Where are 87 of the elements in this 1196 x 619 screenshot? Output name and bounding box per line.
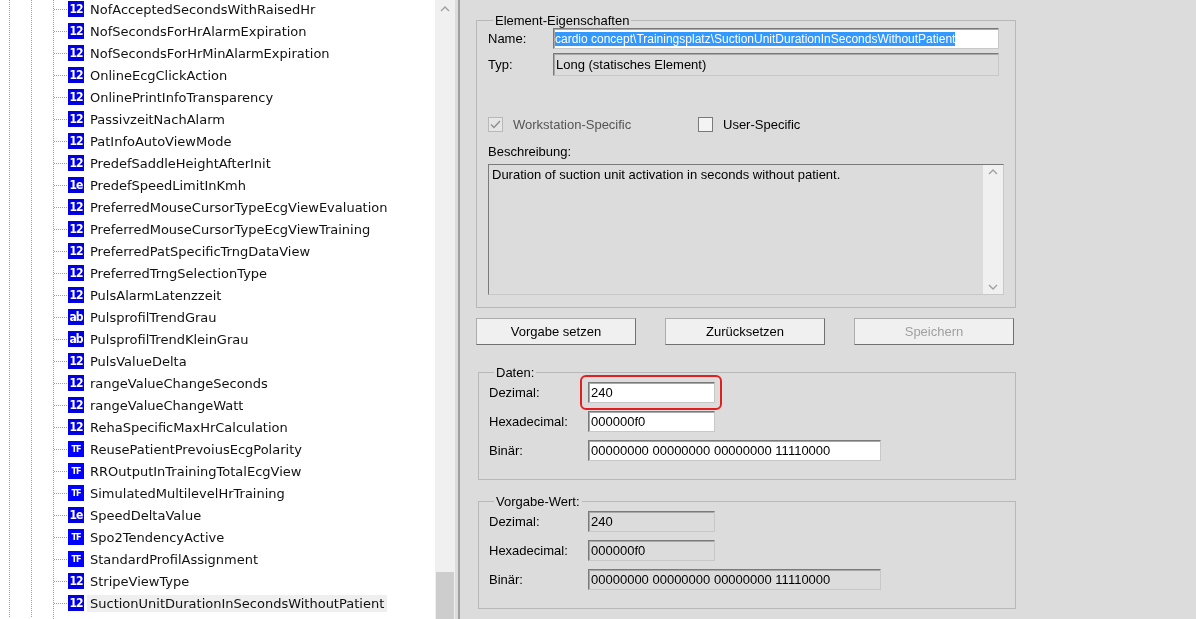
tree-item[interactable]: PreferredTrngSelectionType: [87, 264, 271, 282]
type-icon: 12: [68, 243, 84, 259]
tree-item[interactable]: SpeedDeltaValue: [87, 506, 205, 524]
tree-item[interactable]: RROutputInTrainingTotalEcgView: [87, 462, 305, 480]
tree-item[interactable]: SuctionUnitDurationInSecondsWithoutPatient: [87, 594, 388, 612]
type-icon: 12: [68, 419, 84, 435]
type-icon: 12: [68, 45, 84, 61]
input-field[interactable]: 240: [588, 382, 715, 403]
tree-item[interactable]: rangeValueChangeSeconds: [87, 374, 271, 392]
type-icon: 12: [68, 89, 84, 105]
type-icon: 12: [68, 23, 84, 39]
field-label: Typ:: [488, 57, 514, 72]
tree-item[interactable]: StandardProfilAssignment: [87, 550, 262, 568]
tree-item[interactable]: RehaSpecificMaxHrCalculation: [87, 418, 291, 436]
tree-item[interactable]: NofAcceptedSecondsWithRaisedHr: [87, 0, 319, 18]
type-icon: 12: [68, 199, 84, 215]
type-icon: TF: [68, 441, 84, 457]
tree-item[interactable]: PredefSpeedLimitInKmh: [87, 176, 249, 194]
readonly-field: 240: [588, 511, 715, 532]
type-icon: 12: [68, 155, 84, 171]
type-icon: 12: [68, 397, 84, 413]
field-label: Dezimal:: [489, 385, 541, 400]
tree-item[interactable]: SimulatedMultilevelHrTraining: [87, 484, 288, 502]
input-field[interactable]: 00000000 00000000 00000000 11110000: [588, 440, 881, 461]
readonly-field: Long (statisches Element): [553, 53, 999, 76]
input-field[interactable]: 000000f0: [588, 411, 715, 432]
tree-item[interactable]: PredefSaddleHeightAfterInit: [87, 154, 274, 172]
checkbox[interactable]: [698, 117, 713, 132]
field-label: Binär:: [489, 443, 524, 458]
tree-item[interactable]: OnlinePrintInfoTransparency: [87, 88, 277, 106]
action-button[interactable]: Zurücksetzen: [665, 318, 825, 345]
tree-item[interactable]: PulsAlarmLatenzzeit: [87, 286, 225, 304]
scroll-up-icon: [440, 6, 450, 12]
field-label: Binär:: [489, 572, 524, 587]
type-icon: 12: [68, 265, 84, 281]
tree-item[interactable]: OnlineEcgClickAction: [87, 66, 231, 84]
tree-item[interactable]: PreferredMouseCursorTypeEcgViewEvaluation: [87, 198, 391, 216]
action-button[interactable]: Vorgabe setzen: [476, 318, 636, 345]
type-icon: TF: [68, 485, 84, 501]
type-icon: 12: [68, 287, 84, 303]
tree-item[interactable]: StripeViewType: [87, 572, 193, 590]
group-title: Element-Eigenschaften: [494, 13, 631, 28]
type-icon: ab: [68, 331, 84, 347]
tree-item[interactable]: Spo2TendencyActive: [87, 528, 228, 546]
tree-item[interactable]: ReusePatientPrevoiusEcgPolarity: [87, 440, 305, 458]
type-icon: 12: [68, 353, 84, 369]
type-icon: 12: [68, 67, 84, 83]
tree-item[interactable]: NofSecondsForHrMinAlarmExpiration: [87, 44, 333, 62]
type-icon: 12: [68, 111, 84, 127]
tree-item[interactable]: PatInfoAutoViewMode: [87, 132, 235, 150]
type-icon: 12: [68, 573, 84, 589]
description-text: Duration of suction unit activation in seconds without patient.: [491, 166, 842, 184]
scroll-thumb[interactable]: [436, 572, 454, 619]
scrollbar[interactable]: [435, 0, 455, 619]
tree-item[interactable]: NofSecondsForHrAlarmExpiration: [87, 22, 310, 40]
tree-item[interactable]: PreferredMouseCursorTypeEcgViewTraining: [87, 220, 374, 238]
group-title: Vorgabe-Wert:: [495, 494, 581, 509]
group-title: Daten:: [495, 365, 536, 380]
type-icon: ab: [68, 309, 84, 325]
type-icon: 12: [68, 595, 84, 611]
type-icon: TF: [68, 463, 84, 479]
description-field[interactable]: Duration of suction unit activation in seconds without patient.: [488, 164, 1004, 295]
field-label: Name:: [488, 31, 528, 46]
tree-item[interactable]: PulsValueDelta: [87, 352, 190, 370]
field-label: Beschreibung:: [488, 144, 572, 159]
field-label: Hexadecimal:: [489, 543, 569, 558]
type-icon: 12: [68, 221, 84, 237]
type-icon: TF: [68, 551, 84, 567]
checkbox-label: User-Specific: [723, 117, 801, 132]
readonly-field: 000000f0: [588, 540, 715, 561]
tree-item[interactable]: rangeValueChangeWatt: [87, 396, 247, 414]
tree-item[interactable]: PassivzeitNachAlarm: [87, 110, 228, 128]
type-icon: TF: [68, 529, 84, 545]
type-icon: 1e: [68, 177, 84, 193]
scroll-down-icon: [988, 284, 998, 290]
readonly-field: 00000000 00000000 00000000 11110000: [588, 569, 881, 590]
type-icon: 12: [68, 375, 84, 391]
tree-item[interactable]: PulsprofilTrendGrau: [87, 308, 220, 326]
type-icon: 12: [68, 133, 84, 149]
type-icon: 12: [68, 1, 84, 17]
checkbox-label: Workstation-Specific: [513, 117, 632, 132]
field-label: Dezimal:: [489, 514, 541, 529]
tree-item[interactable]: PreferredPatSpecificTrngDataView: [87, 242, 314, 260]
field-label: Hexadecimal:: [489, 414, 569, 429]
scroll-up-icon: [988, 169, 998, 175]
type-icon: 1e: [68, 507, 84, 523]
tree-item[interactable]: PulsprofilTrendKleinGrau: [87, 330, 252, 348]
